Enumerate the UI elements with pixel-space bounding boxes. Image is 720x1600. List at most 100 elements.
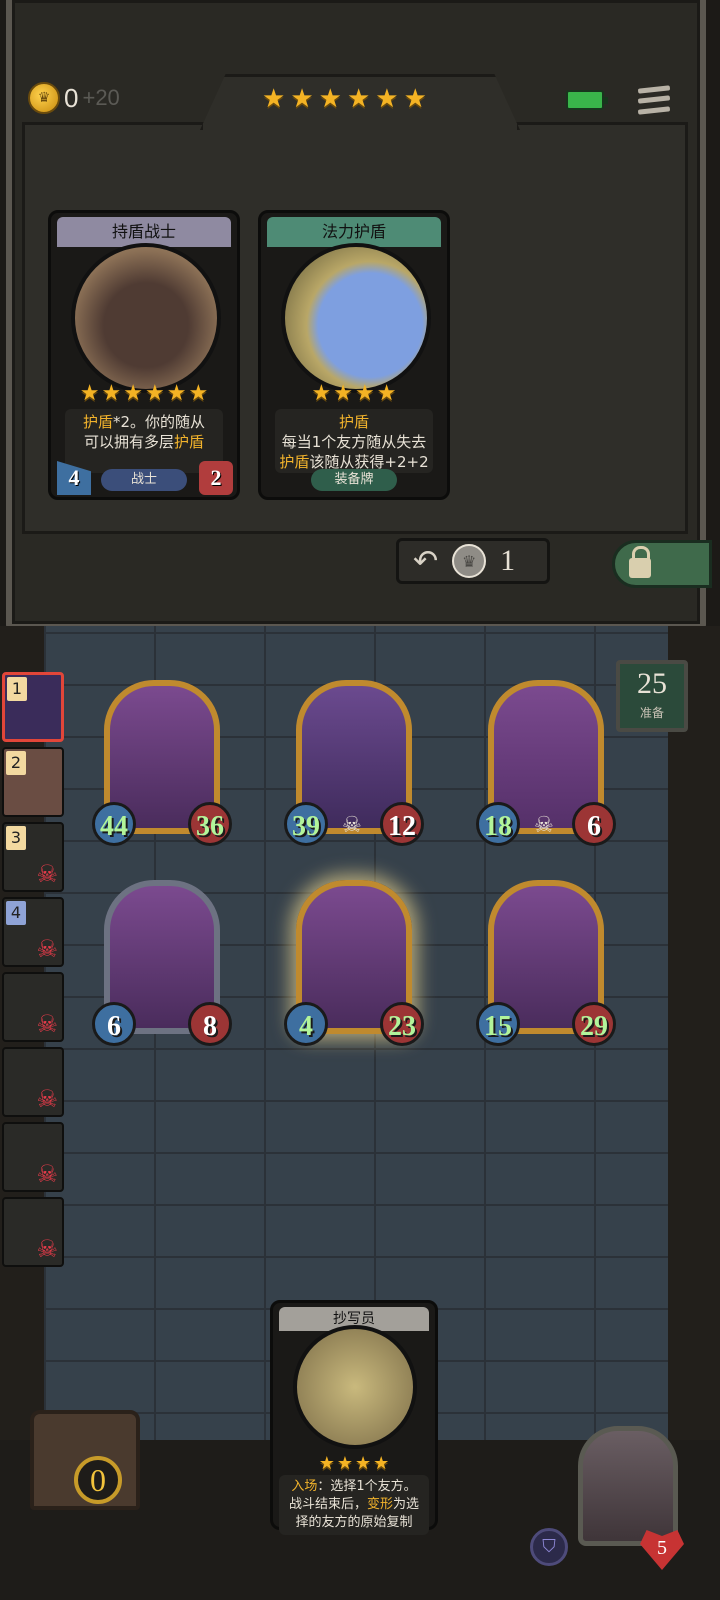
star-icon: ★ <box>355 1453 372 1474</box>
minion-5[interactable]: 4 23 <box>284 880 424 1046</box>
star-icon: ★ <box>346 84 371 114</box>
opponent-list: 1 2 3 ☠ 4 ☠ ☠ ☠ ☠ ☠ <box>2 672 70 1272</box>
opponent-rank: 3 <box>6 826 26 850</box>
card-art <box>281 243 431 393</box>
keyword: 护盾 <box>338 413 369 431</box>
gold-income: +20 <box>82 85 120 110</box>
skull-icon: ☠ <box>534 813 554 838</box>
card-stars: ★ ★ ★ ★ <box>261 383 447 405</box>
turn-label: 准备 <box>639 706 664 720</box>
star-icon: ★ <box>333 381 353 406</box>
text: 为选 <box>393 1497 420 1512</box>
opponent-rank: 4 <box>6 901 26 925</box>
lock-shop-button[interactable] <box>612 540 712 588</box>
eliminated-skull-icon: ☠ <box>36 935 58 963</box>
eliminated-skull-icon: ☠ <box>36 1160 58 1188</box>
opponent-3[interactable]: 3 ☠ <box>2 822 64 892</box>
card-text: 入场：选择1个友方。 战斗结束后，变形为选 择的友方的原始复制 <box>279 1475 429 1535</box>
refresh-cost: 1 <box>500 544 516 577</box>
star-icon: ★ <box>318 84 342 114</box>
star-icon: ★ <box>166 381 187 406</box>
hand-card-scribe[interactable]: 抄写员 ★ ★ ★ ★ 入场：选择1个友方。 战斗结束后，变形为选 择的友方的原始复制 <box>270 1300 438 1535</box>
opponent-8[interactable]: ☠ <box>2 1197 64 1267</box>
shield-icon[interactable]: ⛉ <box>530 1528 568 1566</box>
gold-display: ♛ 0 +20 <box>28 82 120 114</box>
minion-health: 36 <box>188 802 232 846</box>
text: 战斗结束后， <box>288 1497 367 1512</box>
keyword: 护盾 <box>174 433 205 451</box>
minion-attack: 39 <box>284 802 328 846</box>
star-icon: ★ <box>123 381 143 406</box>
opponent-7[interactable]: ☠ <box>2 1122 64 1192</box>
card-text: 护盾 每当1个友方随从失去 护盾该随从获得+2+2 <box>275 409 433 473</box>
minion-1[interactable]: 44 36 <box>92 680 232 846</box>
star-icon: ★ <box>403 84 427 114</box>
minion-attack: 4 <box>284 1002 328 1046</box>
star-icon: ★ <box>318 1453 335 1474</box>
card-tag: 战士 <box>101 469 187 491</box>
shop-card-shield-warrior[interactable]: 持盾战士 ★ ★ ★ ★ ★ ★ 护盾*2。你的随从 可以拥有多层护盾 战士 4 2 <box>48 210 240 500</box>
eliminated-skull-icon: ☠ <box>36 1085 58 1113</box>
menu-icon[interactable] <box>637 84 671 116</box>
text: 择的友方的原始复制 <box>295 1515 413 1530</box>
hero-portrait[interactable] <box>578 1426 678 1546</box>
keyword: 护盾 <box>279 453 310 471</box>
star-icon: ★ <box>101 381 122 406</box>
refresh-cost-coin-icon: ♛ <box>452 544 487 578</box>
minion-attack: 18 <box>476 802 520 846</box>
minion-3[interactable]: 18 ☠ 6 <box>476 680 616 846</box>
turn-number: 25 <box>637 667 667 700</box>
skull-icon: ☠ <box>342 813 362 838</box>
star-icon: ★ <box>262 84 286 114</box>
opponent-2[interactable]: 2 <box>2 747 64 817</box>
text: 可以拥有多层 <box>83 433 174 451</box>
eliminated-skull-icon: ☠ <box>36 860 58 888</box>
chest-count: 0 <box>74 1456 122 1504</box>
card-tag: 装备牌 <box>311 469 397 491</box>
minion-attack: 15 <box>476 1002 520 1046</box>
star-icon: ★ <box>375 84 399 114</box>
card-stars: ★ ★ ★ ★ <box>273 1455 435 1473</box>
minion-6[interactable]: 15 29 <box>476 880 616 1046</box>
minion-attack: 44 <box>92 802 136 846</box>
text: ：选择1个友方。 <box>317 1479 417 1494</box>
text: 每当1个友方随从失去 <box>281 433 427 451</box>
opponent-4[interactable]: 4 ☠ <box>2 897 64 967</box>
star-icon: ★ <box>145 381 165 406</box>
minion-health: 12 <box>380 802 424 846</box>
keyword: 护盾 <box>82 413 113 431</box>
tier-stars: ★ ★ ★ ★ ★ ★ <box>262 86 427 112</box>
gold-amount: 0 <box>64 82 79 113</box>
refresh-button[interactable]: ↶ ♛ 1 <box>396 538 550 584</box>
turn-counter: 25 准备 <box>616 660 688 732</box>
battery-icon <box>566 90 608 110</box>
star-icon: ★ <box>336 1453 353 1474</box>
minion-health: 23 <box>380 1002 424 1046</box>
health-badge: 2 <box>199 461 233 495</box>
opponent-rank: 2 <box>6 751 26 775</box>
gold-coin-icon: ♛ <box>28 82 60 114</box>
keyword: 入场 <box>291 1479 318 1494</box>
opponent-6[interactable]: ☠ <box>2 1047 64 1117</box>
minion-attack: 6 <box>92 1002 136 1046</box>
shop-card-mana-shield[interactable]: 法力护盾 ★ ★ ★ ★ 护盾 每当1个友方随从失去 护盾该随从获得+2+2 装备牌 <box>258 210 450 500</box>
star-icon: ★ <box>79 381 100 406</box>
card-art <box>71 243 221 393</box>
minion-health: 8 <box>188 1002 232 1046</box>
star-icon: ★ <box>311 381 332 406</box>
card-art <box>293 1325 417 1449</box>
star-icon: ★ <box>188 381 209 406</box>
opponent-5[interactable]: ☠ <box>2 972 64 1042</box>
minion-health: 29 <box>572 1002 616 1046</box>
star-icon: ★ <box>376 381 397 406</box>
star-icon: ★ <box>373 1453 390 1474</box>
opponent-rank: 1 <box>7 677 27 701</box>
eliminated-skull-icon: ☠ <box>36 1235 58 1263</box>
opponent-1[interactable]: 1 <box>2 672 64 742</box>
star-icon: ★ <box>290 84 314 114</box>
refresh-icon: ↶ <box>413 543 439 579</box>
minion-health: 6 <box>572 802 616 846</box>
text: *2。你的随从 <box>112 413 206 431</box>
minion-2[interactable]: 39 ☠ 12 <box>284 680 424 846</box>
minion-4[interactable]: 6 8 <box>92 880 232 1046</box>
